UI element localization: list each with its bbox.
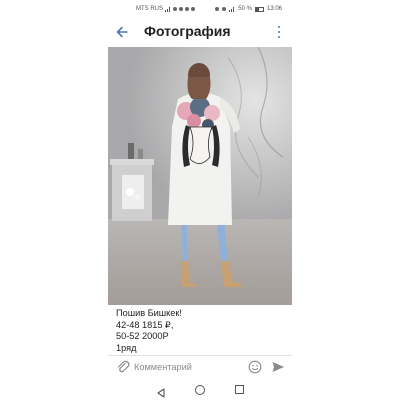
attach-button[interactable] <box>116 360 130 374</box>
caption-line: 50-52 2000Р <box>116 331 169 342</box>
caption-line: 42-48 1815 ₽, <box>116 319 174 330</box>
nav-back-button[interactable] <box>156 385 166 398</box>
signal-icon <box>165 6 171 12</box>
app-icon <box>191 7 195 11</box>
clock: 13:06 <box>266 6 282 12</box>
phone-screen: MTS RUS 50 % 13:06 Фотография Пошив Бишк… <box>108 0 292 400</box>
paperclip-icon <box>117 360 130 373</box>
app-bar: Фотография <box>108 20 292 46</box>
wifi-icon <box>229 6 235 12</box>
carrier-label: MTS RUS <box>136 6 163 12</box>
page-title: Фотография <box>144 23 231 39</box>
nfc-icon <box>215 7 220 11</box>
nav-back-icon <box>157 388 165 398</box>
caption-line: 1ряд <box>116 342 137 353</box>
more-vertical-icon <box>278 26 280 29</box>
battery-percent: 50 % <box>238 6 252 12</box>
caption-line: Пошив Бишкек! <box>116 308 182 318</box>
comment-input[interactable] <box>134 359 242 375</box>
status-left: MTS RUS <box>136 6 195 12</box>
status-bar: MTS RUS 50 % 13:06 <box>108 6 292 16</box>
emoji-icon <box>248 360 262 374</box>
back-button[interactable] <box>114 24 130 40</box>
status-right: 50 % 13:06 <box>215 6 282 12</box>
more-menu-button[interactable] <box>274 25 284 39</box>
messenger-icon <box>179 7 183 11</box>
alarm-icon <box>222 7 227 11</box>
battery-icon <box>254 6 264 12</box>
notification-icon <box>173 7 177 11</box>
photo-illustration <box>108 47 292 305</box>
nav-home-button[interactable] <box>195 385 205 395</box>
post-caption: Пошив Бишкек! 42-48 1815 ₽, 50-52 2000Р … <box>116 308 286 354</box>
send-icon <box>272 362 284 372</box>
post-photo[interactable] <box>108 47 292 305</box>
arrow-left-icon <box>116 26 128 38</box>
comment-bar <box>108 356 292 378</box>
chat-icon <box>185 7 189 11</box>
emoji-button[interactable] <box>248 360 262 374</box>
send-button[interactable] <box>271 360 285 374</box>
nav-recent-button[interactable] <box>235 385 244 394</box>
android-nav-bar <box>108 380 292 400</box>
